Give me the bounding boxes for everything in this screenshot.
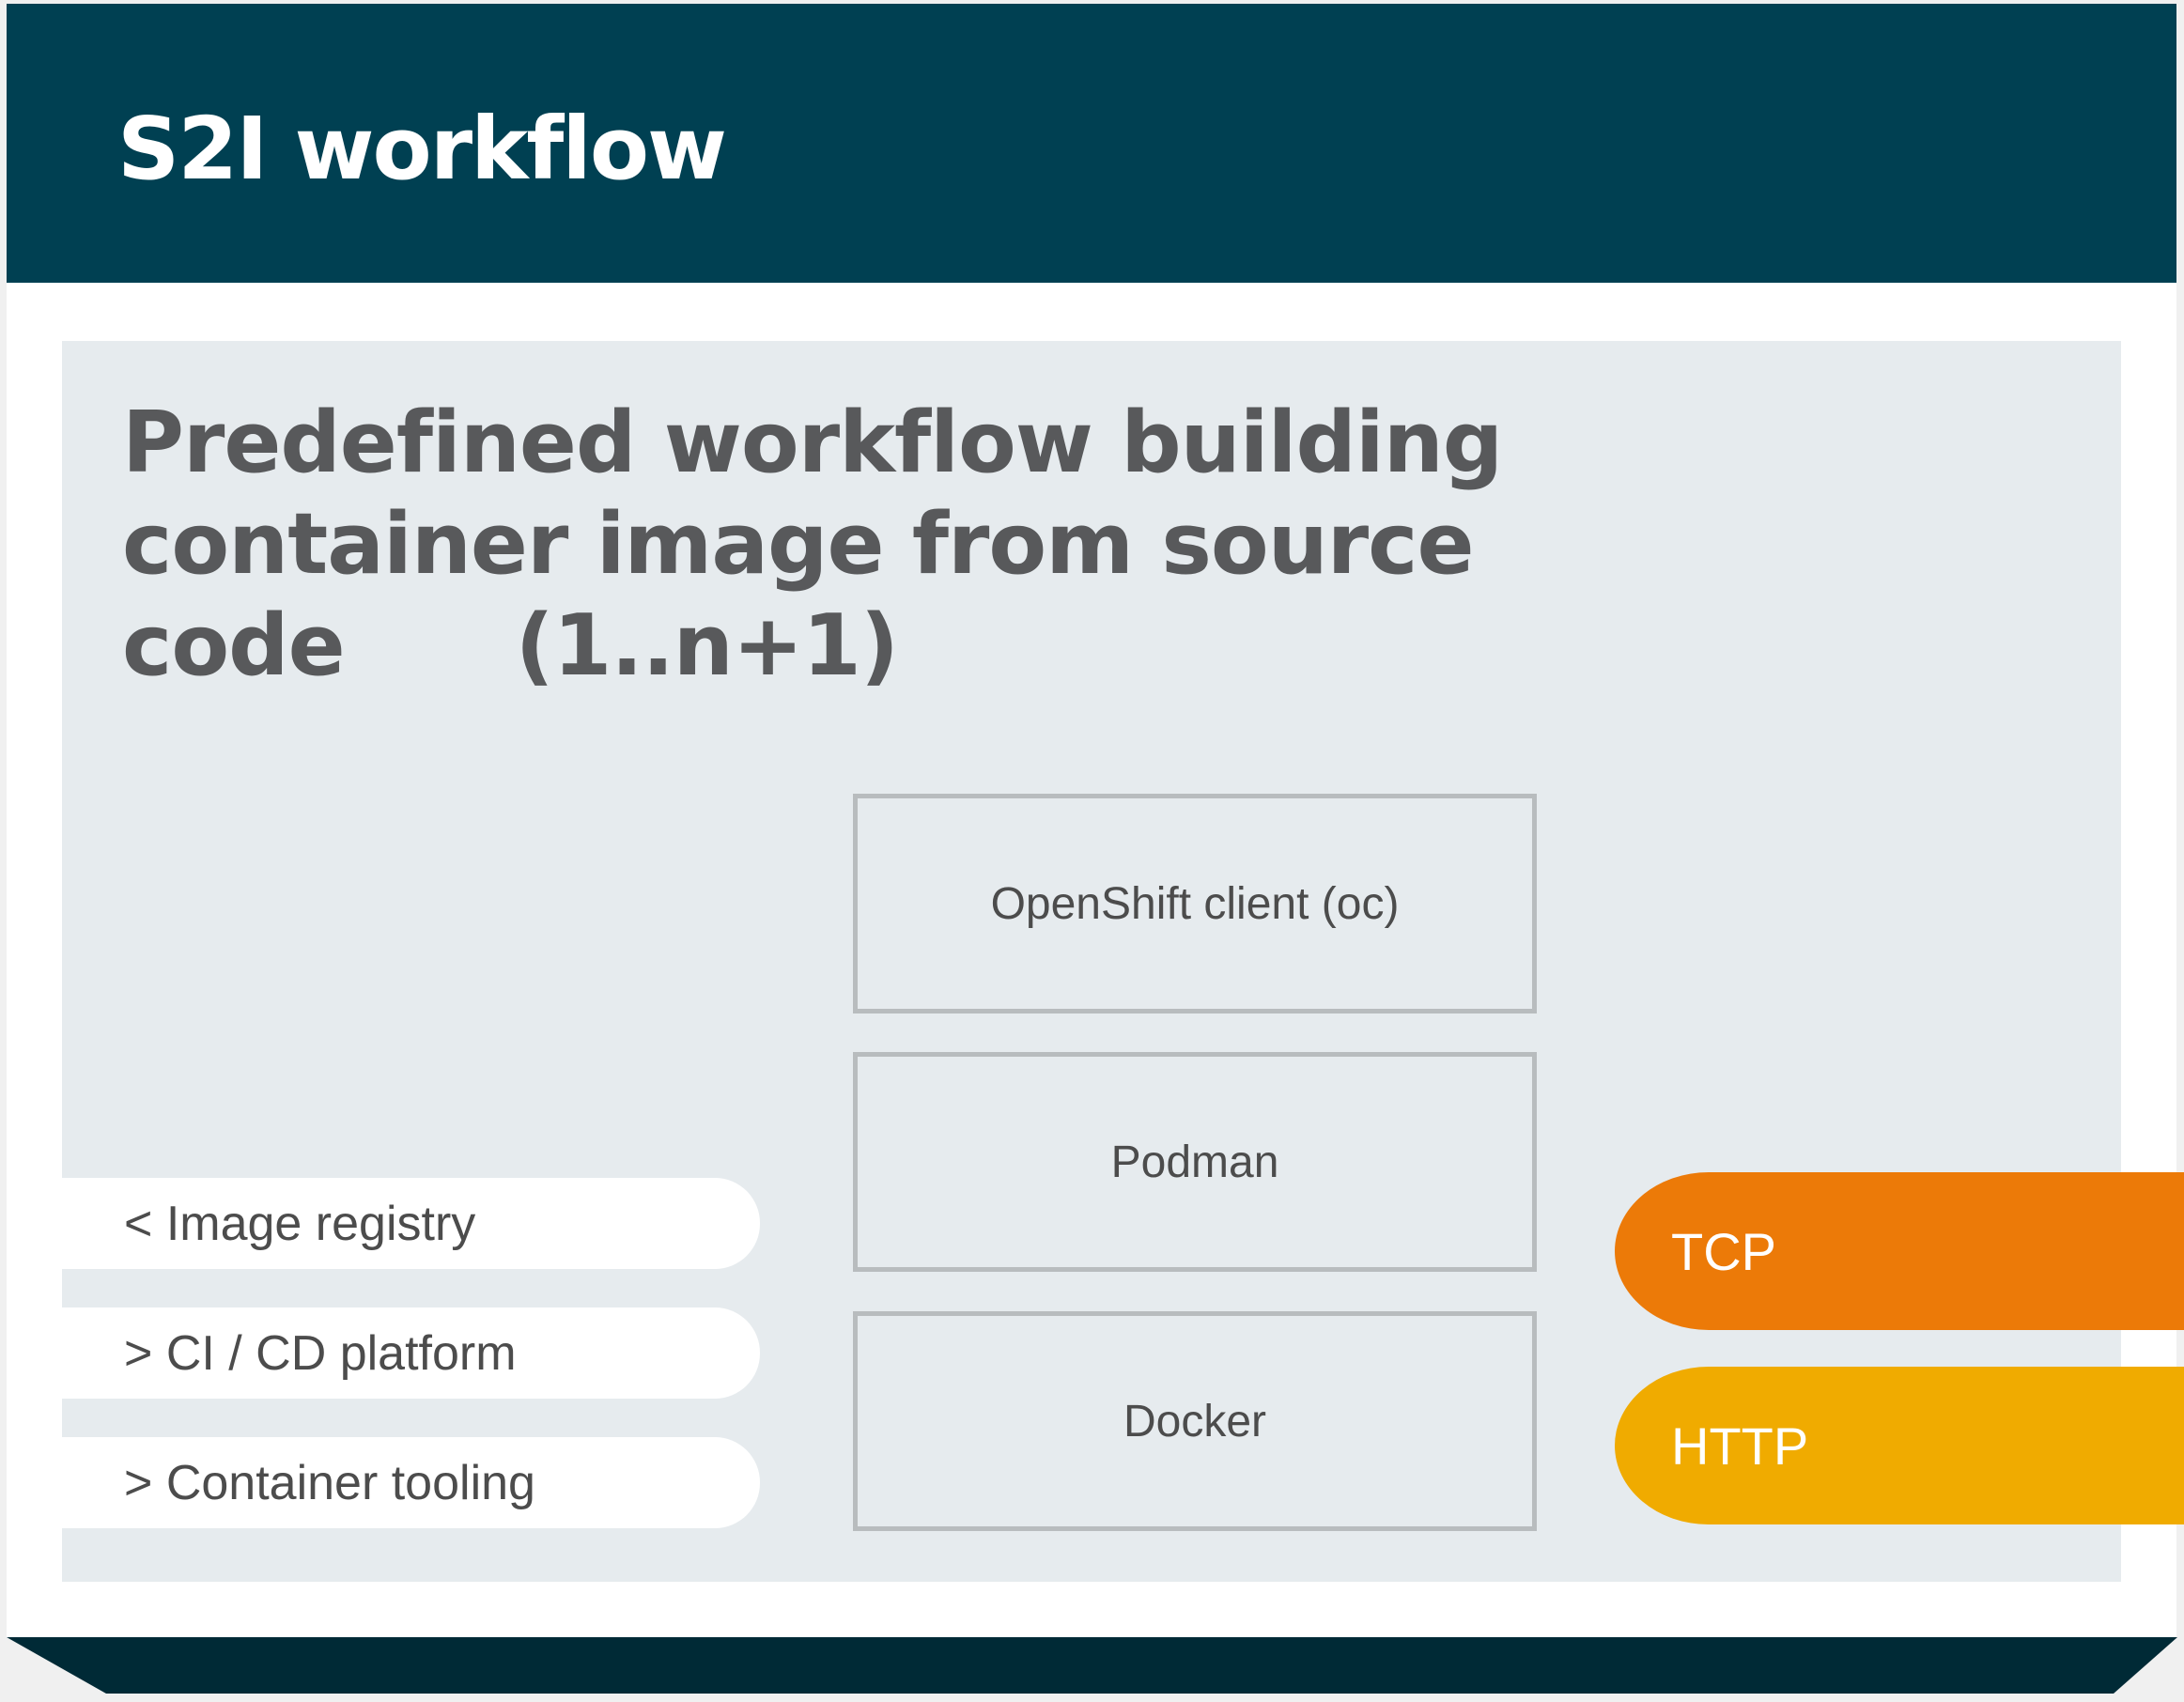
tool-label: OpenShift client (oc) (990, 878, 1400, 929)
tool-box-openshift-client: OpenShift client (oc) (853, 794, 1537, 1013)
scope-item-image-registry: < Image registry (62, 1178, 760, 1269)
diagram-title: S2I workflow (117, 99, 727, 199)
scope-item-container-tooling: > Container tooling (62, 1437, 760, 1528)
scope-item-ci-cd-platform: > CI / CD platform (62, 1307, 760, 1399)
protocol-label: TCP (1671, 1221, 1776, 1281)
scope-item-label: < Image registry (124, 1196, 476, 1251)
scope-item-label: > CI / CD platform (124, 1325, 517, 1381)
tool-box-podman: Podman (853, 1052, 1537, 1272)
footer-band (7, 1637, 2177, 1694)
tool-label: Podman (1110, 1137, 1279, 1187)
tool-label: Docker (1123, 1396, 1267, 1447)
protocol-tab-tcp: TCP (1615, 1172, 2184, 1330)
scope-item-label: > Container tooling (124, 1455, 535, 1510)
protocol-tab-http: HTTP (1615, 1367, 2184, 1524)
protocol-label: HTTP (1671, 1416, 1809, 1476)
tool-box-docker: Docker (853, 1311, 1537, 1531)
header-bar: S2I workflow (7, 4, 2176, 283)
workflow-headline: Predefined workflow building container i… (122, 394, 1503, 695)
footer-shape (7, 1637, 2177, 1694)
